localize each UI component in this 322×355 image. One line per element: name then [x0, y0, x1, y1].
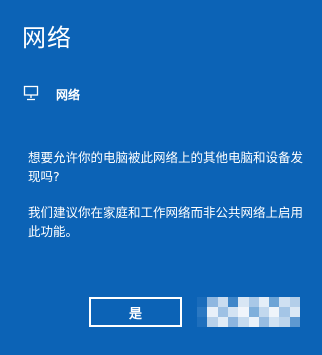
no-button[interactable] — [197, 297, 300, 327]
pixelated-mosaic — [197, 297, 300, 327]
network-discovery-panel: 网络 网络 想要允许你的电脑被此网络上的其他电脑和设备发现吗? 我们建议你在家庭… — [0, 0, 322, 355]
network-name: 网络 — [56, 88, 81, 102]
panel-title: 网络 — [22, 24, 72, 52]
discovery-question: 想要允许你的电脑被此网络上的其他电脑和设备发现吗? — [28, 150, 304, 184]
network-computer-icon — [22, 84, 56, 106]
network-row: 网络 — [22, 84, 80, 106]
recommendation-text: 我们建议你在家庭和工作网络而非公共网络上启用此功能。 — [28, 205, 304, 239]
yes-button[interactable]: 是 — [89, 297, 182, 327]
